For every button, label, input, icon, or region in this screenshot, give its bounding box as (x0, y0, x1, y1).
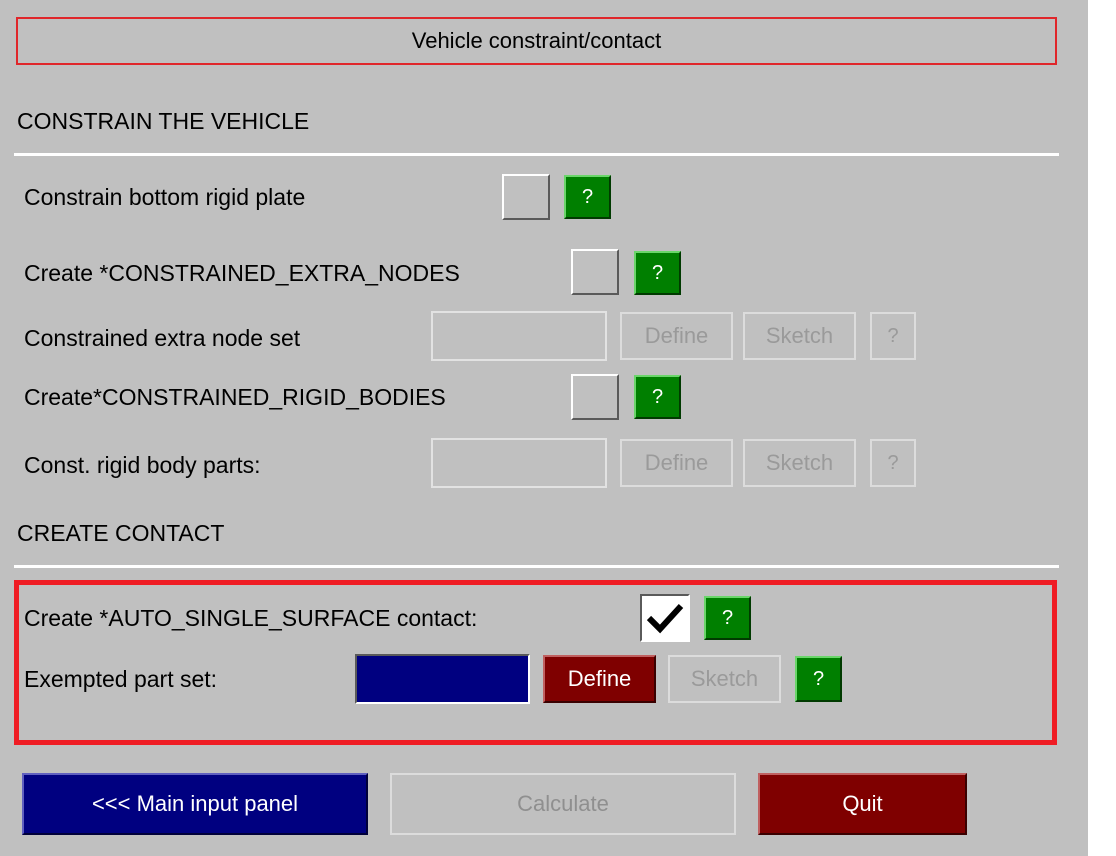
auto-single-surface-label: Create *AUTO_SINGLE_SURFACE contact: (24, 605, 478, 631)
main-input-panel-button[interactable]: <<< Main input panel (22, 773, 368, 835)
extra-nodes-label: Create *CONSTRAINED_EXTRA_NODES (24, 260, 460, 286)
vehicle-constraint-panel: Vehicle constraint/contact CONSTRAIN THE… (0, 0, 1088, 856)
auto-single-surface-help-button[interactable]: ? (704, 596, 751, 640)
rigid-body-parts-help-button[interactable]: ? (870, 439, 916, 487)
exempted-part-set-label: Exempted part set: (24, 666, 218, 692)
extra-node-set-sketch-button[interactable]: Sketch (743, 312, 856, 360)
exempted-part-set-field[interactable] (355, 654, 530, 704)
quit-button[interactable]: Quit (758, 773, 967, 835)
rigid-bodies-checkbox[interactable] (571, 374, 619, 420)
exempted-part-set-sketch-button[interactable]: Sketch (668, 655, 781, 703)
rigid-body-parts-field[interactable] (431, 438, 607, 488)
exempted-part-set-help-button[interactable]: ? (795, 656, 842, 702)
rigid-bodies-help-button[interactable]: ? (634, 375, 681, 419)
bottom-plate-checkbox[interactable] (502, 174, 550, 220)
rigid-body-parts-define-button[interactable]: Define (620, 439, 733, 487)
constrain-section-heading: CONSTRAIN THE VEHICLE (17, 108, 310, 134)
exempted-part-set-define-button[interactable]: Define (543, 655, 656, 703)
extra-node-set-define-button[interactable]: Define (620, 312, 733, 360)
bottom-plate-label: Constrain bottom rigid plate (24, 184, 306, 210)
panel-title: Vehicle constraint/contact (16, 17, 1057, 65)
contact-section-heading: CREATE CONTACT (17, 520, 225, 546)
constrain-section-divider (14, 153, 1059, 156)
contact-section-divider (14, 565, 1059, 568)
checkmark-icon (646, 603, 684, 634)
calculate-button[interactable]: Calculate (390, 773, 736, 835)
bottom-plate-help-button[interactable]: ? (564, 175, 611, 219)
extra-node-set-field[interactable] (431, 311, 607, 361)
rigid-body-parts-label: Const. rigid body parts: (24, 452, 261, 478)
auto-single-surface-checkbox[interactable] (640, 594, 690, 642)
rigid-bodies-label: Create*CONSTRAINED_RIGID_BODIES (24, 384, 446, 410)
rigid-body-parts-sketch-button[interactable]: Sketch (743, 439, 856, 487)
extra-node-set-label: Constrained extra node set (24, 325, 301, 351)
extra-nodes-help-button[interactable]: ? (634, 251, 681, 295)
extra-node-set-help-button[interactable]: ? (870, 312, 916, 360)
extra-nodes-checkbox[interactable] (571, 249, 619, 295)
